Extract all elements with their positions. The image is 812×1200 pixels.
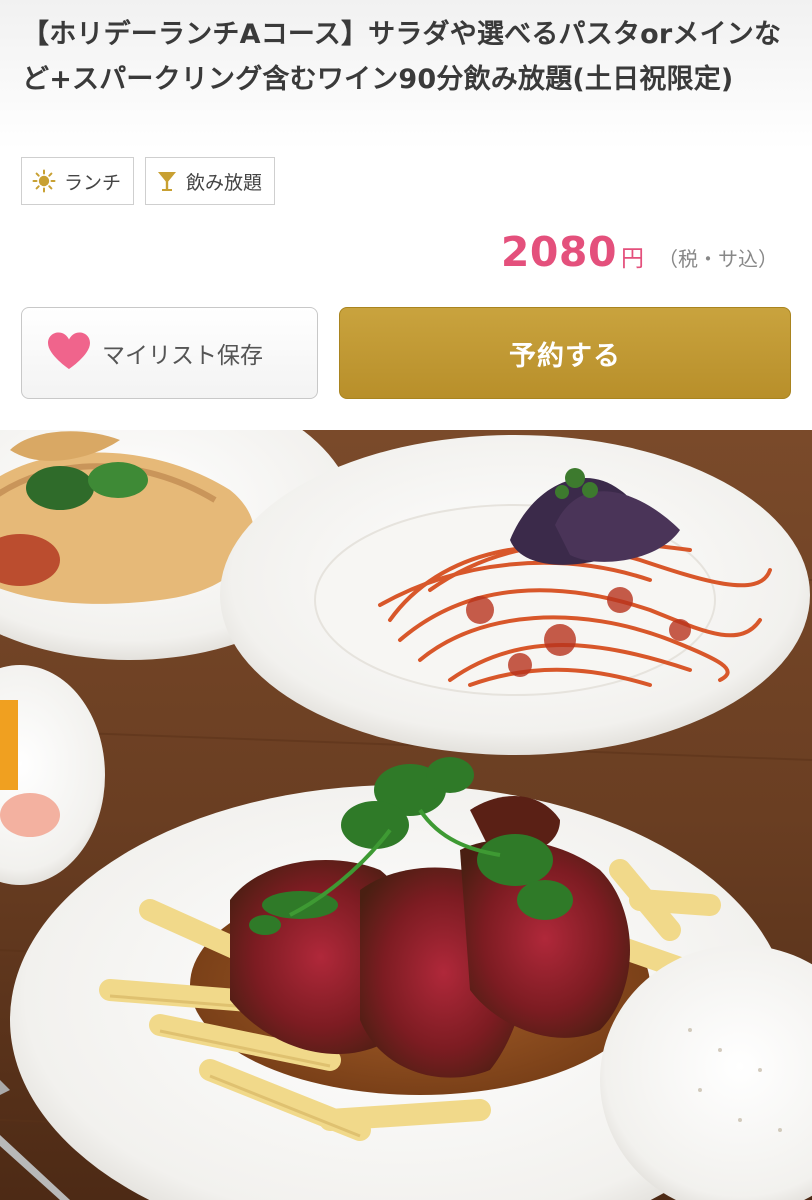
glass-icon — [156, 169, 178, 193]
sun-icon — [32, 169, 56, 193]
tag-lunch: ランチ — [21, 157, 135, 205]
tax-note: （税・サ込） — [658, 247, 778, 271]
reserve-button-label: 予約する — [509, 340, 621, 372]
tag-all-you-can-drink: 飲み放題 — [145, 157, 276, 205]
tag-drink-label: 飲み放題 — [186, 171, 263, 194]
price-amount: 2080 — [500, 228, 617, 276]
course-title: 【ホリデーランチAコース】サラダや選べるパスタorメインなど+スパークリング含む… — [22, 19, 782, 95]
price-unit: 円 — [621, 246, 644, 272]
heart-icon — [46, 331, 92, 375]
reserve-button[interactable]: 予約する — [339, 307, 791, 399]
food-photo — [0, 430, 812, 1200]
tag-list: ランチ 飲み放題 — [21, 157, 276, 205]
course-header: 【ホリデーランチAコース】サラダや選べるパスタorメインなど+スパークリング含む… — [0, 0, 812, 430]
save-to-mylist-button[interactable]: マイリスト保存 — [21, 307, 318, 399]
tag-lunch-label: ランチ — [64, 171, 122, 194]
course-detail-page: 【ホリデーランチAコース】サラダや選べるパスタorメインなど+スパークリング含む… — [0, 0, 812, 1200]
mylist-button-label: マイリスト保存 — [102, 343, 263, 369]
price-row: 2080 円 （税・サ込） — [501, 228, 778, 276]
